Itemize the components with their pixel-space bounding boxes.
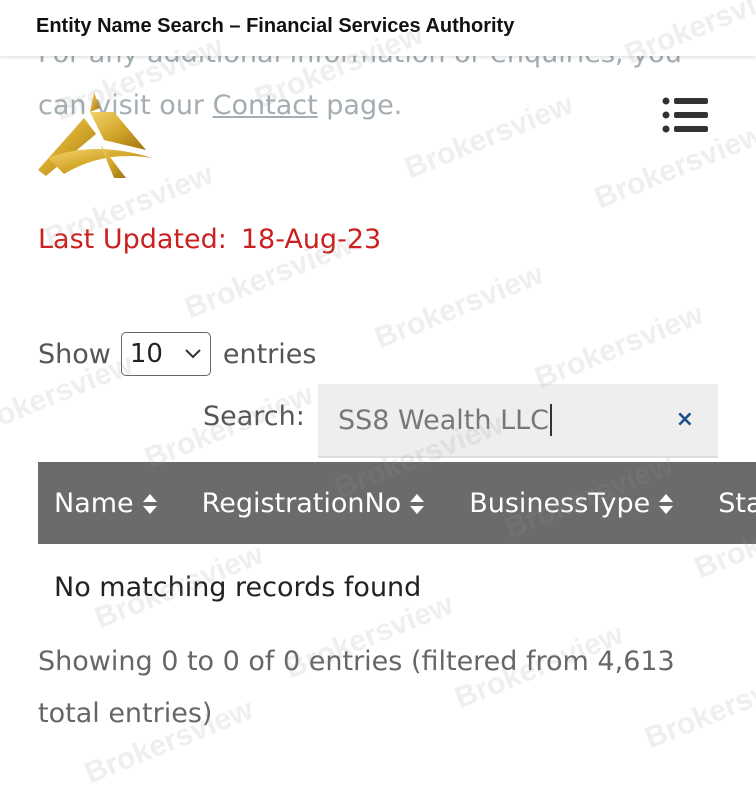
entries-label: entries [222, 338, 317, 370]
column-header-name[interactable]: Name [38, 462, 186, 544]
sort-icon [659, 494, 674, 514]
entries-length-control: Show 10 entries [38, 331, 316, 377]
table-header-row: Name RegistrationNo BusinessType Statu [38, 462, 756, 544]
last-updated-label: Last Updated: [38, 224, 227, 255]
page-title: Entity Name Search – Financial Services … [36, 15, 515, 37]
clear-icon[interactable]: × [676, 408, 694, 432]
search-input[interactable]: SS8 Wealth LLC × [318, 384, 718, 458]
chevron-down-icon [185, 349, 201, 359]
search-label: Search: [203, 401, 305, 432]
text-caret [550, 404, 553, 436]
list-menu-icon[interactable] [662, 97, 708, 133]
search-input-value: SS8 Wealth LLC [338, 404, 550, 436]
entries-per-page-select[interactable]: 10 [120, 332, 211, 376]
contact-link[interactable]: Contact [213, 90, 318, 121]
last-updated: Last Updated: 18-Aug-23 [38, 224, 381, 255]
table-row: No matching records found [38, 544, 756, 630]
column-header-registrationno[interactable]: RegistrationNo [186, 462, 454, 544]
sort-icon [410, 494, 425, 514]
watermark: Brokersview [530, 297, 708, 396]
gold-logo-icon[interactable] [34, 88, 154, 183]
intro-suffix: page. [317, 90, 403, 121]
table-info: Showing 0 to 0 of 0 entries (filtered fr… [38, 646, 675, 729]
no-records-message: No matching records found [54, 571, 422, 603]
top-bar: Entity Name Search – Financial Services … [0, 0, 756, 56]
watermark: Brokersview [370, 257, 548, 356]
results-table: Name RegistrationNo BusinessType Statu N… [38, 462, 756, 630]
sort-icon [142, 494, 157, 514]
column-header-status[interactable]: Statu [702, 462, 756, 544]
entries-per-page-value: 10 [129, 339, 163, 369]
show-label: Show [38, 338, 111, 370]
column-header-businesstype[interactable]: BusinessType [453, 462, 702, 544]
last-updated-date: 18-Aug-23 [240, 224, 382, 255]
